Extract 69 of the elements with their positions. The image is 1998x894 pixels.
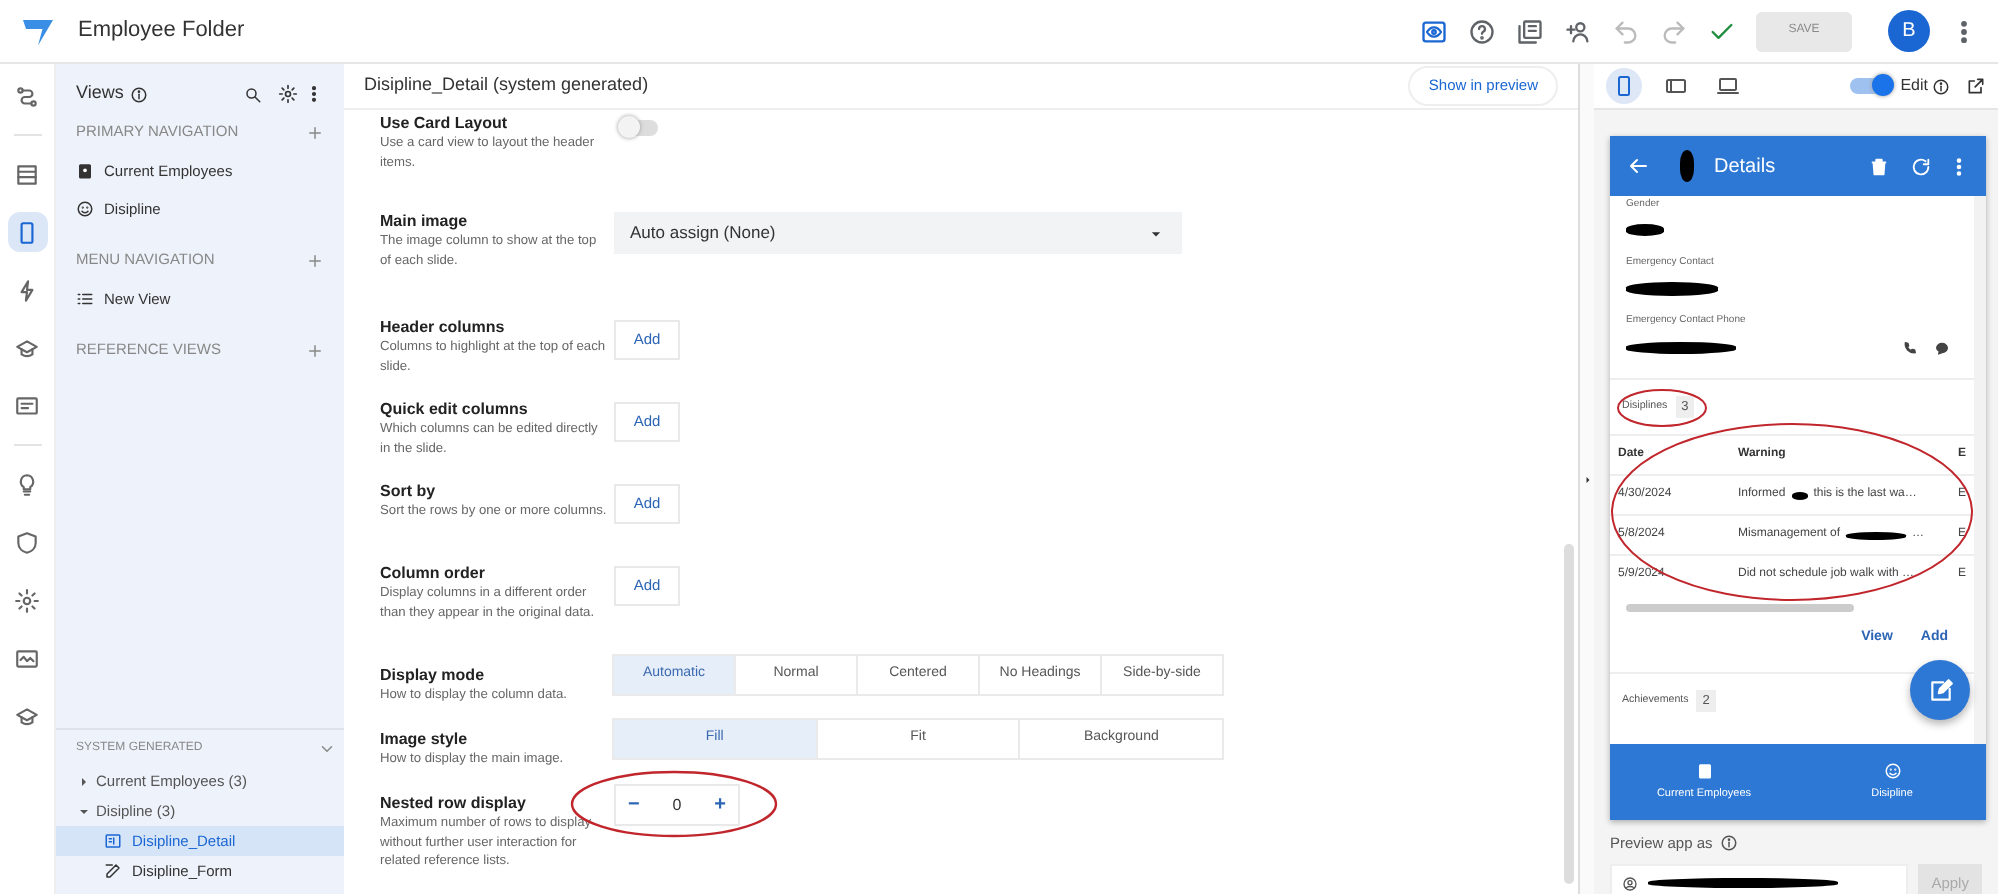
stepper-value: 0	[672, 793, 682, 817]
redaction-mark	[1626, 281, 1718, 295]
edit-fab[interactable]	[1910, 660, 1970, 720]
search-icon[interactable]	[244, 85, 262, 103]
redaction-mark	[1626, 341, 1737, 353]
copy-icon[interactable]	[1516, 17, 1544, 45]
setting-label: Quick edit columns	[380, 398, 530, 420]
redaction-mark	[1626, 223, 1665, 235]
flow-icon	[14, 83, 40, 109]
help-icon[interactable]	[1468, 17, 1496, 45]
phone-icon	[1612, 74, 1636, 98]
panel-title: Views	[76, 80, 124, 107]
expand-arrow-icon	[1581, 473, 1593, 485]
scrollbar[interactable]	[1564, 544, 1574, 884]
setting-label: Use Card Layout	[380, 112, 510, 134]
info-icon	[129, 85, 148, 103]
setting-label: Header columns	[380, 316, 507, 338]
add-person-icon[interactable]	[1564, 17, 1592, 45]
badge-icon	[76, 162, 94, 180]
increment-button[interactable]: +	[702, 790, 738, 820]
tablet-icon	[1664, 74, 1688, 98]
app-title: Employee Folder	[78, 16, 245, 47]
edit-icon	[1927, 677, 1953, 703]
phone-call-icon[interactable]	[1902, 339, 1918, 355]
setting-label: Nested row display	[380, 792, 528, 814]
shield-icon	[14, 529, 40, 555]
settings-icon[interactable]	[278, 84, 298, 104]
back-icon[interactable]	[1626, 154, 1650, 178]
user-icon	[1622, 875, 1638, 892]
dropdown[interactable]: Auto assign (None)	[614, 212, 1182, 254]
chat-icon[interactable]	[1934, 339, 1950, 355]
info-icon	[1720, 834, 1739, 853]
smile-icon	[1883, 761, 1901, 780]
app-header-title: Details	[1714, 153, 1776, 181]
info-icon	[1932, 77, 1950, 95]
number-stepper[interactable]: − 0 +	[614, 784, 740, 826]
cap-icon	[14, 335, 40, 361]
redaction-mark	[1680, 150, 1694, 182]
edit-switch[interactable]	[1850, 78, 1891, 94]
refresh-icon[interactable]	[1910, 155, 1932, 177]
setting-label: Main image	[380, 210, 470, 232]
device-toggle[interactable]	[1606, 68, 1642, 104]
user-field[interactable]	[1610, 864, 1909, 894]
smile-icon	[76, 200, 94, 218]
settings-icon	[14, 587, 40, 613]
horizontal-scrollbar[interactable]	[1626, 603, 1854, 611]
edit-label: Edit	[1900, 74, 1928, 98]
bulb-icon	[14, 471, 40, 497]
monitor-icon	[14, 645, 40, 671]
open-external-icon[interactable]	[1966, 76, 1986, 96]
delete-icon[interactable]	[1868, 155, 1890, 177]
dropdown-value: Auto assign (None)	[630, 220, 776, 246]
table-icon	[14, 161, 40, 187]
badge-icon	[1695, 761, 1713, 780]
setting-label: Image style	[380, 728, 470, 750]
decrement-button[interactable]: −	[616, 790, 652, 820]
setting-label: Column order	[380, 562, 487, 584]
toggle-switch[interactable]	[622, 120, 658, 136]
avatar[interactable]: B	[1888, 10, 1930, 52]
message-icon	[14, 393, 40, 419]
list-icon	[76, 290, 94, 308]
phone-tab[interactable]	[7, 212, 47, 252]
laptop-icon	[1716, 74, 1740, 98]
preview-icon[interactable]	[1420, 17, 1448, 45]
detail-icon	[104, 832, 122, 850]
setting-label: Sort by	[380, 480, 438, 502]
cap-icon	[14, 703, 40, 729]
setting-label: Display mode	[380, 664, 487, 686]
editor-title: Disipline_Detail (system generated)	[364, 72, 649, 99]
